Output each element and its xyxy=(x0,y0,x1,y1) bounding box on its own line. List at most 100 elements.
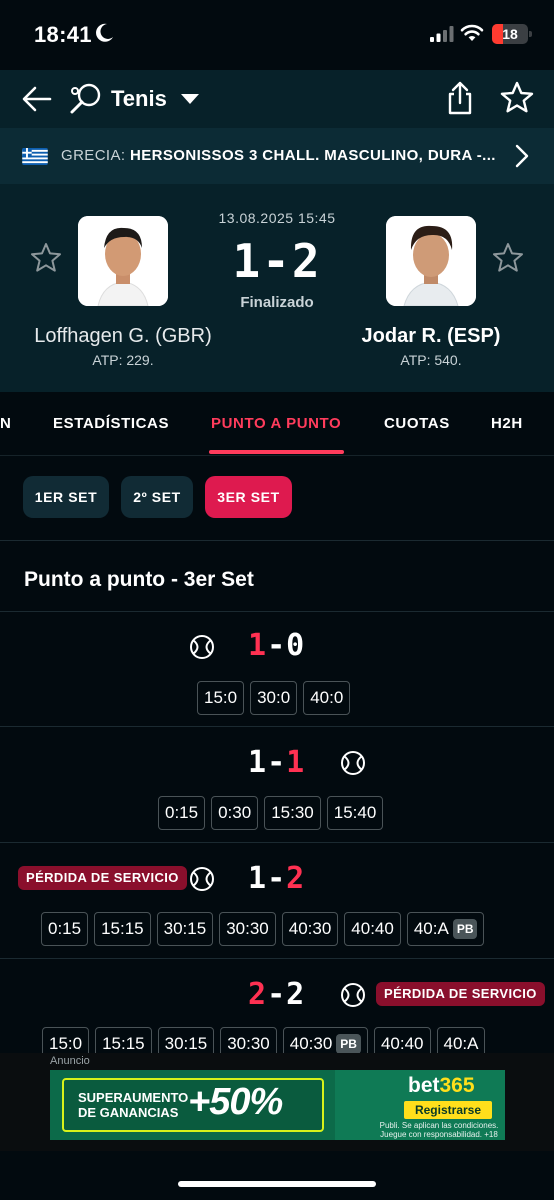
active-tab-indicator xyxy=(209,450,344,454)
game-score-separator: - xyxy=(267,861,287,896)
bet365-logo: bet365 xyxy=(408,1074,475,1098)
game-score-right: 2 xyxy=(286,861,306,896)
point-chip: 30:15 xyxy=(156,912,214,946)
game-score-left: 2 xyxy=(248,977,268,1012)
greece-flag-icon xyxy=(22,148,48,165)
set-3-button[interactable]: 3ER SET xyxy=(205,476,292,518)
league-bar[interactable]: GRECIA: HERSONISSOS 3 CHALL. MASCULINO, … xyxy=(0,128,554,184)
status-time: 18:41 xyxy=(34,22,92,47)
away-player-photo[interactable] xyxy=(386,216,476,306)
ad-legal-text: Publi. Se aplican las condiciones. Juegu… xyxy=(376,1121,502,1139)
away-player-name[interactable]: Jodar R. (ESP) xyxy=(311,325,551,348)
away-favorite-star-icon[interactable] xyxy=(492,242,524,274)
point-chip-value: 40:A xyxy=(413,919,449,938)
break-point-badge: PB xyxy=(452,919,478,939)
point-chip: 0:15 xyxy=(158,796,206,830)
serve-ball-icon xyxy=(341,751,365,775)
sport-selector-label[interactable]: Tenis xyxy=(111,86,167,112)
favorite-star-icon[interactable] xyxy=(500,81,534,115)
game-score-separator: - xyxy=(267,745,287,780)
league-country: GRECIA: xyxy=(61,147,126,164)
game-score-right: 1 xyxy=(286,745,306,780)
point-chip: 15:15 xyxy=(94,912,151,946)
point-chip: 40:30 xyxy=(281,912,339,946)
match-header: Tenis GRECIA: HERSONISSOS 3 CHALL. MASCU… xyxy=(0,70,554,392)
game-score-left: 1 xyxy=(248,628,268,663)
set-selector: 1ER SET 2º SET 3ER SET xyxy=(0,476,554,520)
home-player-name[interactable]: Loffhagen G. (GBR) xyxy=(3,325,243,348)
divider xyxy=(0,726,554,727)
point-chip: 30:0 xyxy=(250,681,298,715)
break-point-badge: PB xyxy=(336,1034,361,1054)
tab-h2h[interactable]: H2H xyxy=(491,415,523,432)
point-chip: 40:A PB xyxy=(406,912,485,946)
brand-part-a: bet xyxy=(408,1074,440,1097)
point-chip: 40:0 xyxy=(303,681,351,715)
divider xyxy=(0,958,554,959)
home-indicator[interactable] xyxy=(178,1181,376,1187)
divider xyxy=(0,611,554,612)
match-status: Finalizado xyxy=(240,294,314,311)
point-sequence: 15:0 30:0 40:0 xyxy=(197,681,351,715)
game-score-separator: - xyxy=(267,977,287,1012)
tab-resumen[interactable]: N xyxy=(0,415,11,432)
point-chip: 0:15 xyxy=(41,912,89,946)
point-chip: 0:30 xyxy=(211,796,259,830)
ad-line-1: SUPERAUMENTO xyxy=(78,1090,189,1105)
break-badge: PÉRDIDA DE SERVICIO xyxy=(376,982,545,1006)
brand-part-b: 365 xyxy=(439,1074,475,1097)
home-favorite-star-icon[interactable] xyxy=(30,242,62,274)
status-bar: 18:41 18 xyxy=(0,0,554,70)
game-score: 2-2 xyxy=(248,977,305,1012)
game-score: 1-0 xyxy=(248,628,305,663)
ad-legal-line-2: Juegue con responsabilidad. +18 xyxy=(380,1130,498,1139)
ad-line-2: DE GANANCIAS xyxy=(78,1105,179,1120)
ad-promo-text: SUPERAUMENTO DE GANANCIAS xyxy=(78,1090,188,1120)
set-2-button[interactable]: 2º SET xyxy=(121,476,193,518)
game-score-left: 1 xyxy=(248,861,268,896)
point-sequence: 0:15 0:30 15:30 15:40 xyxy=(158,796,384,830)
match-score: 1-2 xyxy=(232,234,322,288)
ad-legal-line-1: Publi. Se aplican las condiciones. xyxy=(379,1121,499,1130)
moon-icon xyxy=(96,23,113,42)
game-score-separator: - xyxy=(267,628,287,663)
point-chip: 15:40 xyxy=(326,796,384,830)
divider xyxy=(0,540,554,541)
away-player-avatar xyxy=(386,216,476,306)
wifi-icon xyxy=(460,24,484,41)
tennis-racket-icon[interactable] xyxy=(68,82,102,116)
ad-promo-value: +50% xyxy=(188,1081,283,1123)
break-badge: PÉRDIDA DE SERVICIO xyxy=(18,866,187,890)
tab-estadisticas[interactable]: ESTADÍSTICAS xyxy=(53,415,169,432)
divider xyxy=(0,842,554,843)
serve-ball-icon xyxy=(190,635,214,659)
back-arrow-icon[interactable] xyxy=(20,82,54,116)
chevron-right-icon[interactable] xyxy=(514,144,530,168)
point-sequence: 0:15 15:15 30:15 30:30 40:30 40:40 40:A … xyxy=(41,912,485,946)
ad-banner[interactable]: SUPERAUMENTO DE GANANCIAS +50% bet365 Re… xyxy=(50,1070,505,1140)
ad-register-button[interactable]: Registrarse xyxy=(404,1101,492,1119)
tab-cuotas[interactable]: CUOTAS xyxy=(384,415,450,432)
set-1-button[interactable]: 1ER SET xyxy=(23,476,109,518)
serve-ball-icon xyxy=(341,983,365,1007)
game-score-right: 0 xyxy=(286,628,306,663)
serve-ball-icon xyxy=(190,867,214,891)
point-chip: 40:40 xyxy=(344,912,401,946)
battery-level: 18 xyxy=(502,26,518,42)
league-name: HERSONISSOS 3 CHALL. MASCULINO, DURA -..… xyxy=(130,147,496,164)
home-player-photo[interactable] xyxy=(78,216,168,306)
home-player-rank: ATP: 229. xyxy=(92,352,154,368)
caret-down-icon[interactable] xyxy=(180,93,200,105)
game-score: 1-2 xyxy=(248,861,305,896)
battery-icon: 18 xyxy=(492,24,532,44)
point-chip: 15:0 xyxy=(197,681,245,715)
home-player-avatar xyxy=(78,216,168,306)
ad-label: Anuncio xyxy=(50,1055,90,1067)
tab-punto-a-punto[interactable]: PUNTO A PUNTO xyxy=(211,415,341,432)
detail-tabs: N ESTADÍSTICAS PUNTO A PUNTO CUOTAS H2H xyxy=(0,392,554,456)
section-title: Punto a punto - 3er Set xyxy=(24,568,254,591)
share-icon[interactable] xyxy=(444,80,476,116)
top-nav: Tenis xyxy=(0,70,554,128)
game-score-right: 2 xyxy=(286,977,306,1012)
signal-icon xyxy=(430,26,454,42)
